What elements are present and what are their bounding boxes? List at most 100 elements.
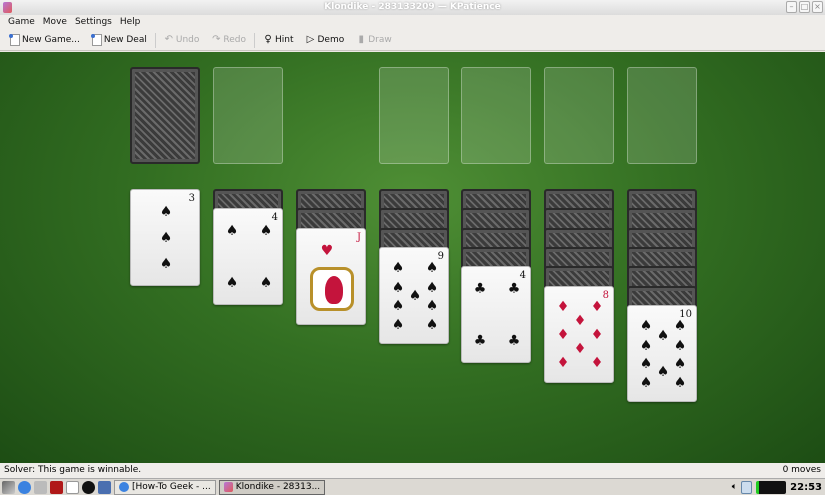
foundation-slot[interactable] bbox=[544, 67, 614, 164]
spade-pip-icon: ♠ bbox=[639, 317, 653, 334]
card-rank: 9 bbox=[437, 250, 444, 262]
network-icon[interactable] bbox=[741, 480, 753, 494]
card-J-of-hearts[interactable]: J ♥ bbox=[296, 227, 366, 325]
menu-bar: Game Move Settings Help bbox=[0, 15, 825, 30]
cpu-monitor-icon[interactable] bbox=[756, 480, 787, 494]
system-tray: 🔈︎ 22:53 bbox=[732, 480, 825, 494]
foundation-slot[interactable] bbox=[627, 67, 697, 164]
club-pip-icon: ♣ bbox=[473, 333, 487, 350]
spade-pip-icon: ♠ bbox=[673, 337, 687, 354]
diamond-pip-icon: ♦ bbox=[556, 354, 570, 371]
club-pip-icon: ♣ bbox=[473, 281, 487, 298]
hint-button[interactable]: ♀ Hint bbox=[257, 31, 300, 50]
new-game-button[interactable]: New Game... bbox=[4, 31, 86, 50]
redo-button[interactable]: ↷ Redo bbox=[205, 31, 252, 50]
card-3-of-spades[interactable]: 3 ♠ ♠ ♠ bbox=[130, 189, 200, 286]
club-pip-icon: ♣ bbox=[507, 281, 521, 298]
chrome-icon bbox=[119, 482, 129, 492]
card-10-of-spades[interactable]: 10 ♠ ♠ ♠ ♠ ♠ ♠ ♠ ♠ ♠ ♠ bbox=[627, 304, 697, 402]
kpatience-app-icon[interactable] bbox=[3, 2, 12, 13]
menu-move[interactable]: Move bbox=[39, 15, 71, 30]
card-rank: J bbox=[356, 231, 361, 243]
spade-pip-icon: ♠ bbox=[639, 355, 653, 372]
diamond-pip-icon: ♦ bbox=[590, 298, 604, 315]
taskbar-task-browser[interactable]: [How-To Geek - ... bbox=[114, 479, 216, 495]
card-rank: 3 bbox=[188, 193, 195, 204]
taskbar-task-klondike[interactable]: Klondike - 28313... bbox=[218, 479, 326, 495]
stock-pile[interactable] bbox=[130, 67, 200, 164]
spade-pip-icon: ♠ bbox=[391, 259, 405, 276]
diamond-pip-icon: ♦ bbox=[573, 340, 587, 357]
spade-pip-icon: ♠ bbox=[391, 316, 405, 333]
status-bar: Solver: This game is winnable. 0 moves bbox=[0, 463, 825, 478]
new-document-icon bbox=[9, 34, 20, 46]
spade-pip-icon: ♠ bbox=[391, 279, 405, 296]
spade-pip-icon: ♠ bbox=[673, 317, 687, 334]
kpatience-icon bbox=[223, 482, 233, 492]
spade-pip-icon: ♠ bbox=[656, 363, 670, 380]
close-button[interactable]: × bbox=[812, 1, 823, 13]
spade-pip-icon: ♠ bbox=[639, 337, 653, 354]
chrome-icon[interactable] bbox=[18, 480, 31, 494]
spade-pip-icon: ♠ bbox=[259, 275, 273, 292]
menu-settings[interactable]: Settings bbox=[71, 15, 116, 30]
spade-pip-icon: ♠ bbox=[159, 230, 173, 246]
waste-pile[interactable] bbox=[213, 67, 283, 164]
minimize-button[interactable]: – bbox=[786, 1, 797, 13]
maximize-button[interactable]: □ bbox=[799, 1, 810, 13]
undo-button[interactable]: ↶ Undo bbox=[158, 31, 206, 50]
spade-pip-icon: ♠ bbox=[391, 297, 405, 314]
spade-pip-icon: ♠ bbox=[259, 223, 273, 240]
new-document-icon bbox=[90, 34, 102, 46]
card-rank: 4 bbox=[519, 270, 526, 282]
spade-pip-icon: ♠ bbox=[425, 279, 439, 296]
new-deal-button[interactable]: New Deal bbox=[86, 31, 153, 50]
card-rank: 8 bbox=[602, 289, 609, 301]
toolbar-separator bbox=[253, 32, 255, 48]
draw-button[interactable]: ▮ Draw bbox=[350, 31, 398, 50]
spade-pip-icon: ♠ bbox=[408, 287, 422, 304]
taskbar: [How-To Geek - ... Klondike - 28313... 🔈… bbox=[0, 478, 825, 495]
card-4-of-spades[interactable]: 4 ♠ ♠ ♠ ♠ bbox=[213, 208, 283, 306]
window-title: Klondike - 283133209 — KPatience bbox=[324, 2, 501, 12]
diamond-pip-icon: ♦ bbox=[590, 326, 604, 343]
draw-cards-icon: ▮ bbox=[358, 34, 364, 45]
text-editor-icon[interactable] bbox=[66, 480, 79, 494]
demo-button[interactable]: ▷ Demo bbox=[300, 31, 351, 50]
jack-portrait bbox=[310, 266, 354, 311]
spade-pip-icon: ♠ bbox=[639, 374, 653, 391]
menu-help[interactable]: Help bbox=[116, 15, 145, 30]
foundation-slot[interactable] bbox=[379, 67, 449, 164]
diamond-pip-icon: ♦ bbox=[556, 298, 570, 315]
spade-pip-icon: ♠ bbox=[225, 223, 239, 240]
card-rank: 4 bbox=[271, 212, 278, 224]
spade-pip-icon: ♠ bbox=[673, 355, 687, 372]
diamond-pip-icon: ♦ bbox=[590, 354, 604, 371]
terminal-icon[interactable] bbox=[98, 480, 111, 494]
spade-pip-icon: ♠ bbox=[656, 327, 670, 344]
diamond-pip-icon: ♦ bbox=[573, 312, 587, 329]
spade-pip-icon: ♠ bbox=[159, 256, 173, 272]
game-table[interactable]: 3 ♠ ♠ ♠ 4 ♠ ♠ ♠ ♠ J ♥ 9 ♠ ♠ ♠ ♠ ♠ ♠ ♠ ♠ ♠ 4 ♣ ♣ ♣ ♣ 8 ♦ ♦ ♦ ♦ ♦ ♦ ♦ ♦ 10 ♠ ♠ ♠… bbox=[0, 52, 825, 463]
spade-pip-icon: ♠ bbox=[673, 374, 687, 391]
card-4-of-clubs[interactable]: 4 ♣ ♣ ♣ ♣ bbox=[461, 266, 531, 364]
file-manager-icon[interactable] bbox=[34, 480, 47, 494]
foundation-slot[interactable] bbox=[461, 67, 531, 164]
club-pip-icon: ♣ bbox=[507, 333, 521, 350]
card-9-of-spades[interactable]: 9 ♠ ♠ ♠ ♠ ♠ ♠ ♠ ♠ ♠ bbox=[379, 246, 449, 344]
spade-pip-icon: ♠ bbox=[425, 316, 439, 333]
spade-pip-icon: ♠ bbox=[225, 275, 239, 292]
toolbar: New Game... New Deal ↶ Undo ↷ Redo ♀ Hint ▷… bbox=[0, 30, 825, 51]
start-menu-icon[interactable] bbox=[2, 480, 15, 494]
lightbulb-icon: ♀ bbox=[264, 34, 272, 45]
volume-icon[interactable]: 🔈︎ bbox=[732, 482, 737, 492]
card-8-of-diamonds[interactable]: 8 ♦ ♦ ♦ ♦ ♦ ♦ ♦ ♦ bbox=[544, 285, 614, 383]
menu-game[interactable]: Game bbox=[4, 15, 39, 30]
undo-arrow-icon: ↶ bbox=[164, 34, 174, 45]
toolbar-separator bbox=[154, 32, 156, 48]
media-icon[interactable] bbox=[82, 480, 95, 494]
redo-arrow-icon: ↷ bbox=[212, 34, 221, 45]
spade-pip-icon: ♠ bbox=[159, 204, 173, 220]
clock[interactable]: 22:53 bbox=[790, 482, 822, 493]
app-launcher-icon[interactable] bbox=[50, 480, 63, 494]
